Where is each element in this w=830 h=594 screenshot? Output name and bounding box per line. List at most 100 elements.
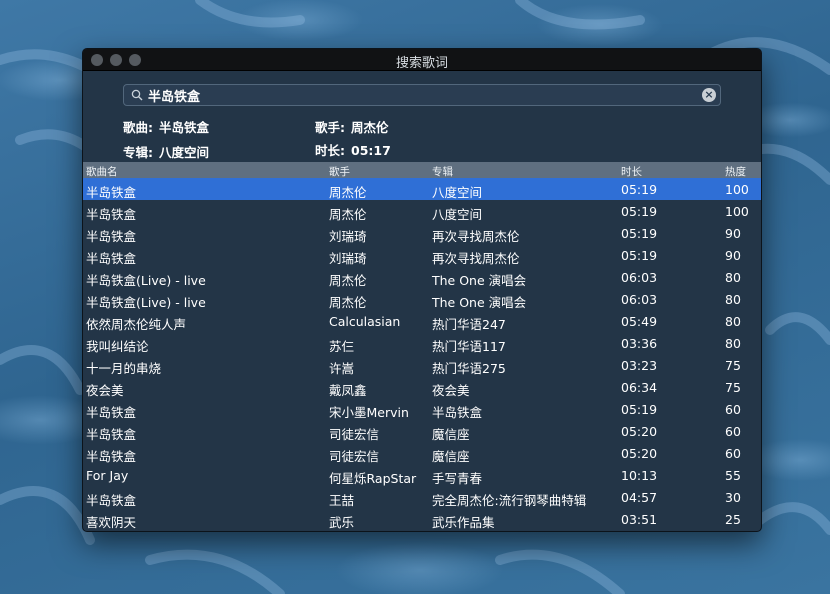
table-row[interactable]: 半岛铁盒 周杰伦 八度空间 05:19 100 bbox=[83, 178, 761, 200]
song-cell: For Jay bbox=[86, 468, 129, 483]
song-cell: 半岛铁盒 bbox=[86, 449, 137, 464]
popularity-cell: 60 bbox=[725, 424, 741, 439]
album-label: 专辑: bbox=[123, 145, 153, 160]
song-cell: 喜欢阴天 bbox=[86, 515, 137, 530]
search-field[interactable]: × bbox=[123, 84, 721, 106]
song-cell: 半岛铁盒 bbox=[86, 251, 137, 266]
table-row[interactable]: 半岛铁盒 宋小墨Mervin 半岛铁盒 05:19 60 bbox=[83, 398, 761, 420]
popularity-cell: 100 bbox=[725, 204, 749, 219]
popularity-cell: 75 bbox=[725, 358, 741, 373]
album-cell: The One 演唱会 bbox=[432, 273, 527, 288]
album-cell: 半岛铁盒 bbox=[432, 405, 483, 420]
duration-cell: 05:20 bbox=[621, 424, 658, 439]
album-cell: 再次寻找周杰伦 bbox=[432, 251, 520, 266]
album-cell: 八度空间 bbox=[432, 207, 483, 222]
clear-icon[interactable]: × bbox=[702, 88, 716, 102]
duration-cell: 06:34 bbox=[621, 380, 658, 395]
artist-cell: 周杰伦 bbox=[329, 207, 367, 222]
duration-cell: 04:57 bbox=[621, 490, 658, 505]
search-input[interactable] bbox=[148, 86, 698, 104]
popularity-cell: 80 bbox=[725, 292, 741, 307]
song-label: 歌曲: bbox=[123, 120, 153, 135]
artist-cell: 司徒宏信 bbox=[329, 427, 380, 442]
artist-cell: 戴凤鑫 bbox=[329, 383, 367, 398]
duration-cell: 06:03 bbox=[621, 292, 658, 307]
table-row[interactable]: 半岛铁盒 刘瑞琦 再次寻找周杰伦 05:19 90 bbox=[83, 244, 761, 266]
album-cell: 热门华语275 bbox=[432, 361, 506, 376]
artist-cell: 王喆 bbox=[329, 493, 355, 508]
artist-cell: 周杰伦 bbox=[329, 185, 367, 200]
duration-cell: 05:19 bbox=[621, 226, 658, 241]
song-cell: 半岛铁盒 bbox=[86, 185, 137, 200]
popularity-cell: 25 bbox=[725, 512, 741, 527]
song-cell: 半岛铁盒(Live) - live bbox=[86, 295, 206, 310]
window-title: 搜索歌词 bbox=[395, 56, 448, 71]
album-cell: 热门华语117 bbox=[432, 339, 506, 354]
album-cell: 魔信座 bbox=[432, 427, 470, 442]
popularity-cell: 100 bbox=[725, 182, 749, 197]
artist-cell: 司徒宏信 bbox=[329, 449, 380, 464]
popularity-cell: 75 bbox=[725, 380, 741, 395]
album-cell: 魔信座 bbox=[432, 449, 470, 464]
song-info: 歌曲: 半岛铁盒 bbox=[123, 117, 209, 136]
popularity-cell: 80 bbox=[725, 314, 741, 329]
album-cell: 手写青春 bbox=[432, 471, 483, 486]
artist-cell: 周杰伦 bbox=[329, 295, 367, 310]
popularity-cell: 60 bbox=[725, 402, 741, 417]
table-row[interactable]: 十一月的串烧 许嵩 热门华语275 03:23 75 bbox=[83, 354, 761, 376]
song-cell: 半岛铁盒 bbox=[86, 207, 137, 222]
duration-cell: 05:19 bbox=[621, 248, 658, 263]
artist-cell: 许嵩 bbox=[329, 361, 355, 376]
song-cell: 半岛铁盒(Live) - live bbox=[86, 273, 206, 288]
table-row[interactable]: 喜欢阴天 武乐 武乐作品集 03:51 25 bbox=[83, 508, 761, 530]
column-header-duration[interactable]: 时长 bbox=[621, 164, 642, 179]
duration-label: 时长: bbox=[315, 143, 345, 158]
column-header-album[interactable]: 专辑 bbox=[432, 164, 453, 179]
song-cell: 半岛铁盒 bbox=[86, 427, 137, 442]
table-row[interactable]: 半岛铁盒 刘瑞琦 再次寻找周杰伦 05:19 90 bbox=[83, 222, 761, 244]
table-row[interactable]: 依然周杰伦纯人声 Calculasian 热门华语247 05:49 80 bbox=[83, 310, 761, 332]
song-cell: 半岛铁盒 bbox=[86, 229, 137, 244]
table-row[interactable]: For Jay 何星烁RapStar 手写青春 10:13 55 bbox=[83, 464, 761, 486]
song-value: 半岛铁盒 bbox=[159, 120, 210, 135]
table-row[interactable]: 夜会美 戴凤鑫 夜会美 06:34 75 bbox=[83, 376, 761, 398]
table-row[interactable]: 半岛铁盒(Live) - live 周杰伦 The One 演唱会 06:03 80 bbox=[83, 266, 761, 288]
table-row[interactable]: 半岛铁盒 周杰伦 八度空间 05:19 100 bbox=[83, 200, 761, 222]
album-cell: 热门华语247 bbox=[432, 317, 506, 332]
column-header-song[interactable]: 歌曲名 bbox=[86, 164, 118, 179]
album-cell: 八度空间 bbox=[432, 185, 483, 200]
duration-info: 时长: 05:17 bbox=[315, 140, 391, 159]
table-row[interactable]: 半岛铁盒(Live) - live 周杰伦 The One 演唱会 06:03 80 bbox=[83, 288, 761, 310]
album-cell: The One 演唱会 bbox=[432, 295, 527, 310]
artist-cell: Calculasian bbox=[329, 314, 401, 329]
duration-cell: 05:19 bbox=[621, 402, 658, 417]
album-info: 专辑: 八度空间 bbox=[123, 142, 209, 161]
album-cell: 夜会美 bbox=[432, 383, 470, 398]
results-table: 歌曲名 歌手 专辑 时长 热度 半岛铁盒 周杰伦 八度空间 05:19 100 半岛铁盒周… bbox=[83, 162, 761, 530]
lyrics-search-window: 搜索歌词 × 歌曲: 半岛铁盒 歌手: 周杰伦 专辑: 八度空间 时长: 05:17 歌… bbox=[82, 48, 762, 532]
table-body: 半岛铁盒 周杰伦 八度空间 05:19 100 半岛铁盒 周杰伦 八度空间 05:19 100 半岛… bbox=[83, 178, 761, 530]
popularity-cell: 80 bbox=[725, 336, 741, 351]
artist-cell: 何星烁RapStar bbox=[329, 471, 417, 486]
duration-cell: 05:49 bbox=[621, 314, 658, 329]
table-row[interactable]: 我叫纠结论 苏仨 热门华语117 03:36 80 bbox=[83, 332, 761, 354]
artist-label: 歌手: bbox=[315, 120, 345, 135]
table-row[interactable]: 半岛铁盒 司徒宏信 魔信座 05:20 60 bbox=[83, 442, 761, 464]
album-cell: 武乐作品集 bbox=[432, 515, 495, 530]
title-bar[interactable]: 搜索歌词 bbox=[83, 49, 761, 71]
popularity-cell: 30 bbox=[725, 490, 741, 505]
table-row[interactable]: 半岛铁盒 司徒宏信 魔信座 05:20 60 bbox=[83, 420, 761, 442]
artist-cell: 刘瑞琦 bbox=[329, 229, 367, 244]
artist-info: 歌手: 周杰伦 bbox=[315, 117, 389, 136]
column-header-popularity[interactable]: 热度 bbox=[725, 164, 746, 179]
artist-cell: 刘瑞琦 bbox=[329, 251, 367, 266]
table-header: 歌曲名 歌手 专辑 时长 热度 bbox=[83, 162, 761, 179]
duration-cell: 05:20 bbox=[621, 446, 658, 461]
popularity-cell: 60 bbox=[725, 446, 741, 461]
duration-cell: 06:03 bbox=[621, 270, 658, 285]
column-header-artist[interactable]: 歌手 bbox=[329, 164, 350, 179]
duration-cell: 03:51 bbox=[621, 512, 658, 527]
table-row[interactable]: 半岛铁盒 王喆 完全周杰伦:流行钢琴曲特辑 04:57 30 bbox=[83, 486, 761, 508]
song-cell: 十一月的串烧 bbox=[86, 361, 162, 376]
duration-value: 05:17 bbox=[351, 143, 391, 158]
